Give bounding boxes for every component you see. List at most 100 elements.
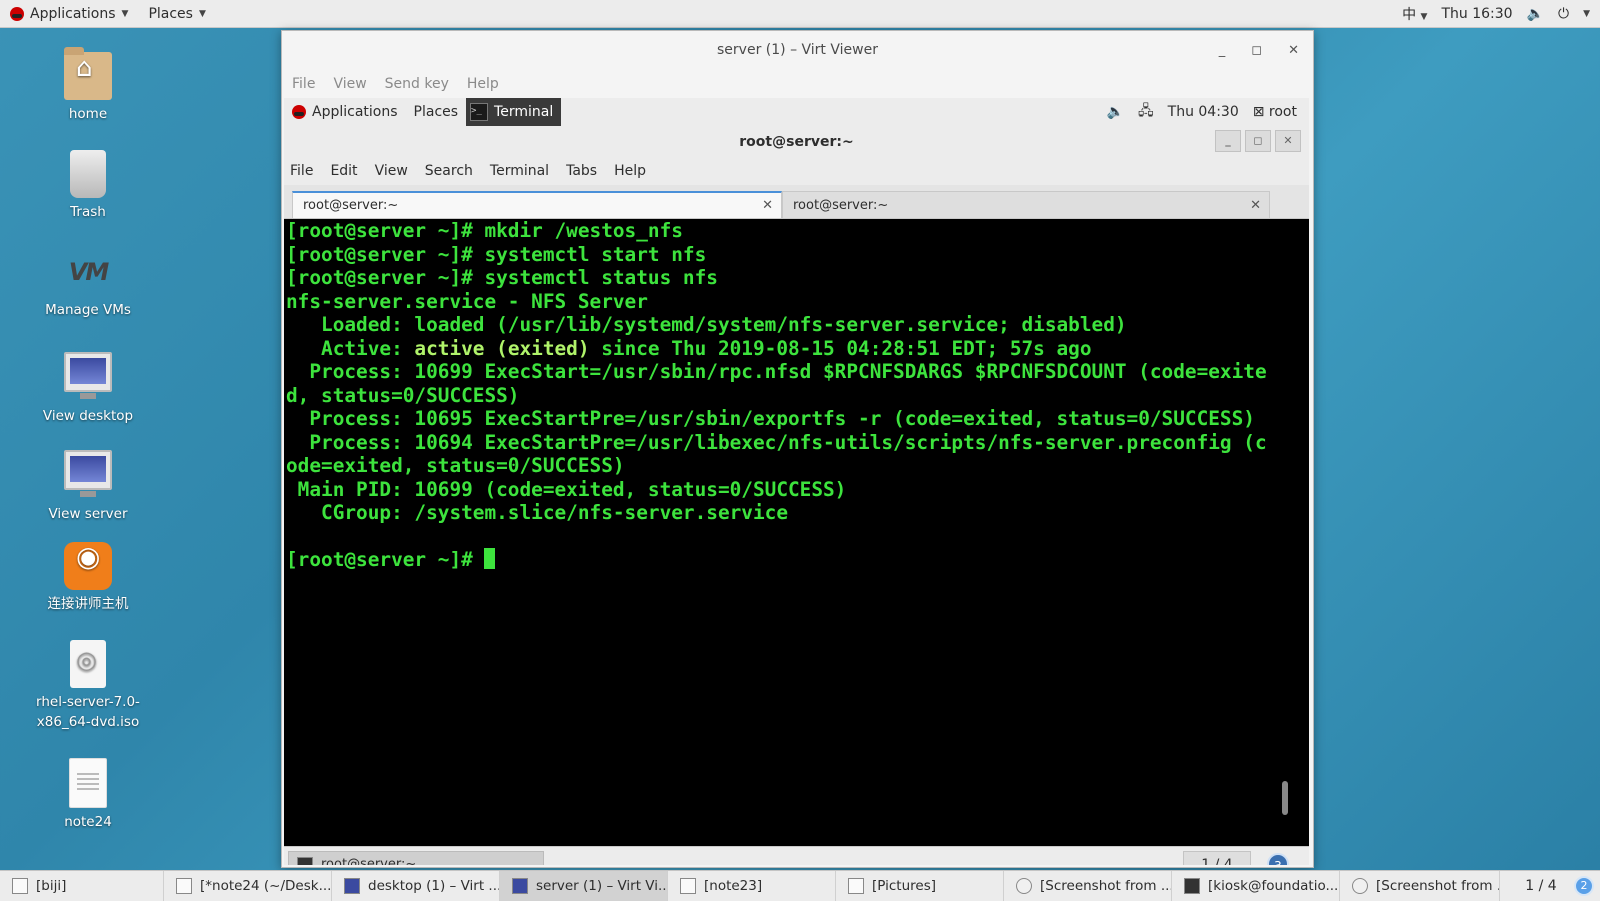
- redhat-logo-icon: [292, 105, 306, 119]
- image-viewer-icon: [1352, 878, 1368, 894]
- menu-tabs[interactable]: Tabs: [566, 163, 597, 179]
- notification-badge[interactable]: 2: [1574, 876, 1594, 896]
- desktop-icon-note24[interactable]: note24: [30, 758, 146, 832]
- terminal-scrollbar[interactable]: [1280, 219, 1290, 819]
- menu-file[interactable]: File: [290, 163, 313, 179]
- guest-task-terminal[interactable]: root@server:~: [288, 851, 544, 865]
- menu-terminal[interactable]: Terminal: [490, 163, 549, 179]
- host-task-server-viewer[interactable]: server (1) – Virt Vi...: [500, 871, 668, 901]
- task-label: [*note24 (~/Desk...: [200, 878, 332, 894]
- input-method-label: 中: [1402, 6, 1417, 23]
- guest-terminal-app-menu[interactable]: >_ Terminal: [466, 98, 562, 126]
- desktop-icon-home[interactable]: home: [30, 47, 146, 124]
- input-method-indicator[interactable]: 中 ▼: [1402, 4, 1427, 24]
- close-icon[interactable]: ✕: [762, 198, 773, 213]
- desktop-icon-connect-teacher[interactable]: 连接讲师主机: [30, 542, 146, 614]
- host-applications-menu[interactable]: Applications ▼: [0, 0, 138, 27]
- menu-view[interactable]: View: [375, 163, 408, 179]
- image-viewer-icon: [1016, 878, 1032, 894]
- desktop-icon-trash[interactable]: Trash: [30, 150, 146, 222]
- task-label: [note23]: [704, 878, 763, 894]
- guest-clock[interactable]: Thu 04:30: [1168, 104, 1239, 120]
- task-label: [Screenshot from ...: [1040, 878, 1172, 894]
- guest-bottom-panel: root@server:~ 1 / 4 3: [284, 846, 1309, 865]
- terminal-line: ode=exited, status=0/SUCCESS): [286, 454, 625, 477]
- host-task-kiosk-terminal[interactable]: [kiosk@foundatio...: [1172, 871, 1340, 901]
- menu-help[interactable]: Help: [614, 163, 646, 179]
- close-icon[interactable]: ✕: [1250, 198, 1261, 213]
- desktop-icon-manage-vms[interactable]: VM Manage VMs: [30, 248, 146, 320]
- terminal-icon: [297, 856, 313, 865]
- terminal-tab-2[interactable]: root@server:~ ✕: [782, 191, 1270, 218]
- host-task-desktop-viewer[interactable]: desktop (1) – Virt ...: [332, 871, 500, 901]
- task-label: [biji]: [36, 878, 67, 894]
- active-prefix: Active:: [286, 336, 415, 360]
- desktop-icon-label: Manage VMs: [45, 302, 131, 318]
- text-cursor: [484, 548, 496, 569]
- terminal-line: d, status=0/SUCCESS): [286, 383, 520, 407]
- terminal-tab-bar: root@server:~ ✕ root@server:~ ✕: [284, 185, 1309, 219]
- task-label: desktop (1) – Virt ...: [368, 878, 500, 894]
- virt-viewer-icon: [344, 878, 360, 894]
- host-places-label: Places: [148, 5, 193, 22]
- guest-places-menu[interactable]: Places: [406, 98, 467, 126]
- terminal-line-active: Active: active (exited) since Thu 2019-0…: [286, 337, 1092, 360]
- terminal-line: CGroup: /system.slice/nfs-server.service: [286, 501, 788, 524]
- host-clock[interactable]: Thu 16:30: [1441, 6, 1512, 22]
- text-document-icon: [69, 758, 107, 808]
- desktop-icon-view-desktop[interactable]: View desktop: [30, 346, 146, 426]
- minimize-icon[interactable]: _: [1219, 43, 1226, 58]
- host-task-note23[interactable]: [note23]: [668, 871, 836, 901]
- menu-edit[interactable]: Edit: [330, 163, 357, 179]
- disc-image-icon: [70, 640, 106, 688]
- guest-display[interactable]: Applications Places >_ Terminal 🔈 🖧 Thu …: [284, 98, 1309, 865]
- menu-file[interactable]: File: [292, 76, 315, 92]
- menu-send-key[interactable]: Send key: [385, 76, 449, 92]
- menu-search[interactable]: Search: [425, 163, 473, 179]
- host-bottom-panel: [biji] [*note24 (~/Desk... desktop (1) –…: [0, 870, 1600, 901]
- host-workspace-switcher[interactable]: 1 / 4: [1516, 871, 1566, 901]
- desktop-icon-iso[interactable]: rhel-server-7.0-x86_64-dvd.iso: [30, 640, 146, 732]
- guest-user-menu[interactable]: ⊠ root: [1253, 104, 1297, 120]
- terminal-tab-1[interactable]: root@server:~ ✕: [292, 191, 782, 218]
- minimize-icon[interactable]: _: [1215, 130, 1241, 152]
- monitor-icon: [64, 352, 112, 399]
- desktop-icon-view-server[interactable]: View server: [30, 444, 146, 524]
- desktop-icon-label: note24: [64, 814, 112, 830]
- chevron-down-icon[interactable]: ▼: [1583, 9, 1590, 19]
- user-icon: ⊠: [1252, 104, 1265, 120]
- terminal-title: root@server:~: [739, 133, 854, 150]
- terminal-titlebar[interactable]: root@server:~ _ ◻ ✕: [284, 126, 1309, 157]
- host-task-note24[interactable]: [*note24 (~/Desk...: [164, 871, 332, 901]
- virt-viewer-window: server (1) – Virt Viewer _ ◻ ✕ File View…: [281, 30, 1314, 868]
- volume-icon[interactable]: 🔈: [1527, 6, 1544, 22]
- guest-applications-menu[interactable]: Applications: [284, 98, 406, 126]
- task-label: [Pictures]: [872, 878, 936, 894]
- active-suffix: since Thu 2019-08-15 04:28:51 EDT; 57s a…: [589, 336, 1092, 360]
- volume-icon[interactable]: 🔈: [1107, 104, 1124, 120]
- close-icon[interactable]: ✕: [1288, 43, 1299, 58]
- virt-viewer-titlebar[interactable]: server (1) – Virt Viewer _ ◻ ✕: [282, 31, 1313, 69]
- host-task-screenshot-2[interactable]: [Screenshot from ...: [1340, 871, 1500, 901]
- desktop-icon-label: View server: [48, 506, 128, 522]
- task-label: root@server:~: [321, 857, 417, 865]
- close-icon[interactable]: ✕: [1275, 130, 1301, 152]
- network-icon[interactable]: 🖧: [1138, 100, 1154, 124]
- terminal-output[interactable]: [root@server ~]# mkdir /westos_nfs [root…: [286, 219, 1278, 819]
- guest-workspace-switcher[interactable]: 1 / 4: [1183, 851, 1251, 865]
- host-task-biji[interactable]: [biji]: [0, 871, 164, 901]
- host-task-screenshot-1[interactable]: [Screenshot from ...: [1004, 871, 1172, 901]
- notification-badge[interactable]: 3: [1267, 853, 1289, 865]
- scrollbar-thumb[interactable]: [1282, 781, 1288, 815]
- trash-icon: [70, 150, 106, 198]
- chevron-down-icon: ▼: [121, 8, 129, 19]
- desktop-icon-label: Trash: [70, 204, 106, 220]
- host-places-menu[interactable]: Places ▼: [138, 0, 215, 27]
- menu-help[interactable]: Help: [467, 76, 499, 92]
- power-icon[interactable]: ⏻: [1558, 6, 1569, 22]
- host-task-pictures[interactable]: [Pictures]: [836, 871, 1004, 901]
- menu-view[interactable]: View: [333, 76, 366, 92]
- maximize-icon[interactable]: ◻: [1245, 130, 1271, 152]
- maximize-icon[interactable]: ◻: [1251, 43, 1262, 58]
- terminal-line: Main PID: 10699 (code=exited, status=0/S…: [286, 477, 847, 501]
